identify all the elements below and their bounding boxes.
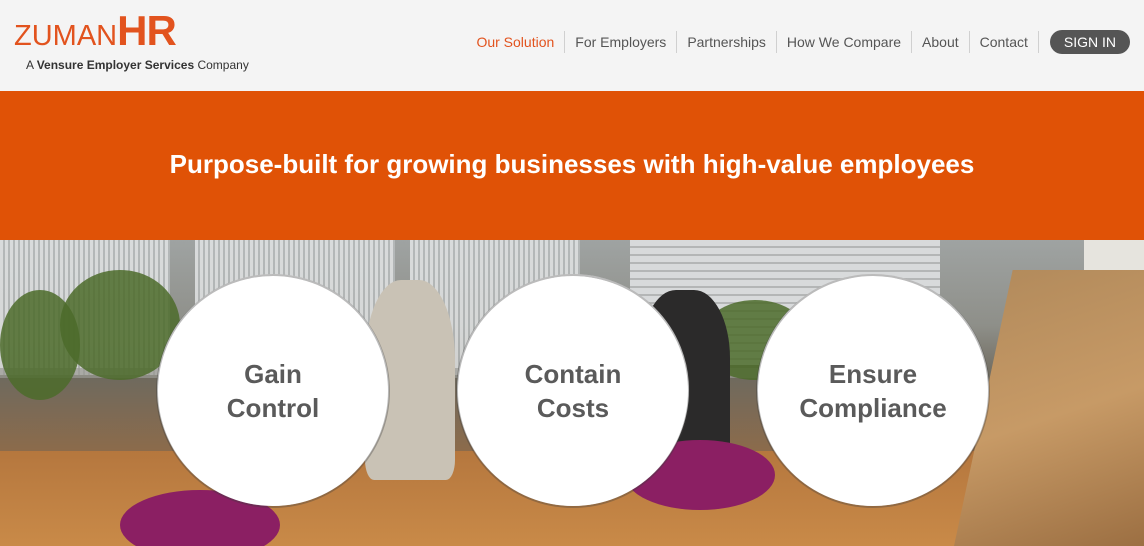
zumanhr-logo[interactable]: ZUMANHR A Vensure Employer Services Comp…	[14, 10, 274, 76]
logo-word-main: ZUMAN	[14, 7, 118, 54]
nav-our-solution[interactable]: Our Solution	[466, 31, 566, 53]
pillar-label-line2: Costs	[536, 393, 610, 423]
logo-word-accent: HR	[117, 7, 177, 54]
pillar-label: Ensure Compliance	[788, 357, 958, 425]
pillar-label-line1: Gain	[244, 359, 302, 389]
hero-photo-section: Gain Control Contain Costs Ensure Compli…	[0, 240, 1144, 546]
pillar-label-line2: Compliance	[799, 393, 947, 423]
logo-tag-suffix: Company	[194, 58, 249, 72]
pillar-contain-costs[interactable]: Contain Costs	[462, 280, 684, 502]
sign-in-button[interactable]: SIGN IN	[1049, 30, 1130, 54]
pillar-label-line1: Contain	[524, 359, 622, 389]
banner-title: Purpose-built for growing businesses wit…	[169, 149, 975, 179]
logo-wordmark: ZUMANHR	[14, 7, 177, 54]
pillar-label: Gain Control	[188, 357, 358, 425]
logo-tag-company: Vensure Employer Services	[36, 58, 195, 72]
nav-contact[interactable]: Contact	[970, 31, 1039, 53]
site-header: ZUMANHR A Vensure Employer Services Comp…	[0, 0, 1144, 91]
logo-tag-prefix: A	[26, 58, 37, 72]
pillar-label-line2: Control	[226, 393, 320, 423]
pillar-gain-control[interactable]: Gain Control	[162, 280, 384, 502]
nav-how-we-compare[interactable]: How We Compare	[777, 31, 913, 53]
nav-about[interactable]: About	[912, 31, 970, 53]
logo-tagline: A Vensure Employer Services Company	[26, 58, 249, 72]
nav-partnerships[interactable]: Partnerships	[677, 31, 777, 53]
pillar-label: Contain Costs	[488, 357, 658, 425]
hero-banner: Purpose-built for growing businesses wit…	[0, 91, 1144, 240]
main-nav: Our Solution For Employers Partnerships …	[466, 30, 1130, 54]
pillar-label-line1: Ensure	[828, 359, 918, 389]
pillar-ensure-compliance[interactable]: Ensure Compliance	[762, 280, 984, 502]
nav-for-employers[interactable]: For Employers	[565, 31, 678, 53]
